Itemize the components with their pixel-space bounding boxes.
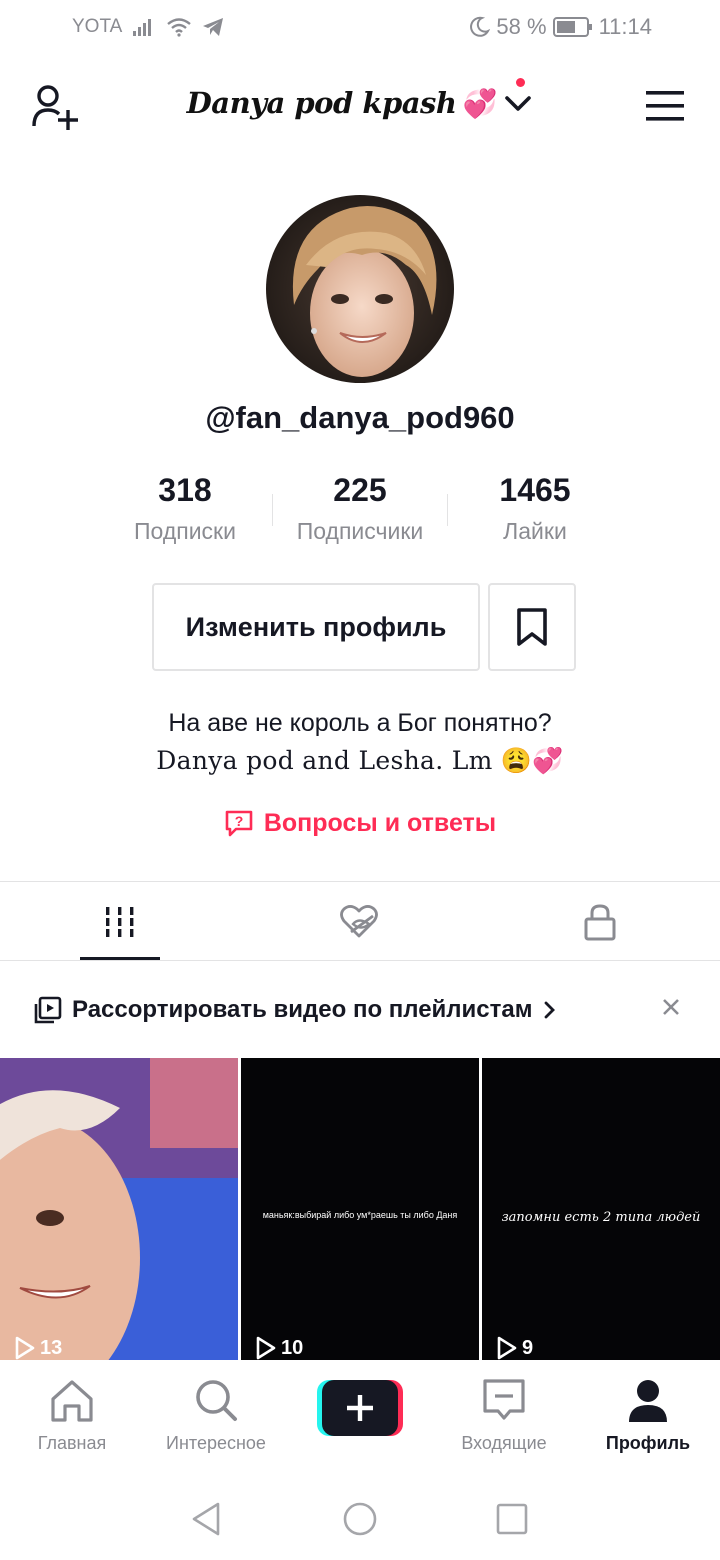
playlist-banner-text: Рассортировать видео по плейлистам (72, 996, 533, 1023)
stat-followers-value: 225 (333, 472, 387, 508)
view-count-value: 10 (281, 1336, 304, 1359)
notification-dot (516, 78, 525, 87)
wifi-icon (167, 18, 192, 37)
moon-icon (470, 16, 491, 37)
view-count-value: 9 (522, 1336, 534, 1359)
recents-icon[interactable] (496, 1503, 528, 1535)
video-grid: 13 маньяк:выбирай либо ум*раешь ты либо … (0, 1058, 720, 1360)
home-icon (51, 1380, 93, 1422)
qa-link[interactable]: ? Вопросы и ответы (0, 808, 720, 838)
video-thumbnail-1[interactable]: 13 (0, 1058, 238, 1360)
telegram-icon (203, 18, 224, 36)
favorites-button[interactable] (488, 583, 576, 671)
playlist-icon (34, 996, 62, 1024)
stat-likes-value: 1465 (499, 472, 571, 508)
bottom-nav: Главная Интересное Входящие Профиль (0, 1360, 720, 1468)
nav-discover-label: Интересное (166, 1433, 266, 1453)
video-preview-image (0, 1058, 238, 1360)
video-thumbnail-2[interactable]: маньяк:выбирай либо ум*раешь ты либо Дан… (241, 1058, 479, 1360)
view-count: 10 (255, 1336, 303, 1360)
profile-icon (629, 1380, 667, 1422)
qa-label: Вопросы и ответы (263, 808, 497, 837)
stat-following-label: Подписки (134, 518, 236, 544)
chevron-right-icon (544, 1001, 555, 1019)
status-right: 58 % 11:14 (470, 14, 652, 40)
nav-inbox-label: Входящие (461, 1433, 547, 1453)
video-caption: запомни есть 2 типа людей (501, 1210, 701, 1225)
status-bar: YOTA 58 % 11:14 (0, 0, 720, 56)
signal-icon (133, 19, 152, 36)
close-icon (663, 999, 679, 1015)
profile-tabs (0, 881, 720, 961)
hamburger-icon (646, 91, 684, 121)
video-thumbnail-3[interactable]: запомни есть 2 типа людей 9 (482, 1058, 720, 1360)
clock: 11:14 (598, 14, 652, 39)
grid-icon (106, 906, 134, 937)
view-count: 13 (14, 1336, 62, 1360)
avatar-image (266, 195, 454, 383)
active-tab-indicator (80, 957, 160, 960)
stat-divider (272, 494, 273, 526)
profile-header: Danya pod kpash 💞 (0, 60, 720, 156)
play-icon (15, 1336, 35, 1360)
playlist-banner[interactable]: Рассортировать видео по плейлистам (0, 962, 720, 1058)
battery-icon (552, 17, 592, 37)
menu-button[interactable] (644, 86, 688, 126)
bio-line-1: На аве не король а Бог понятно? (168, 709, 552, 737)
inbox-icon (483, 1379, 525, 1420)
tab-private[interactable] (480, 882, 720, 961)
bookmark-icon (517, 608, 547, 646)
tab-liked[interactable] (240, 882, 480, 961)
edit-profile-button[interactable]: Изменить профиль (152, 583, 480, 671)
carrier-label: YOTA (72, 16, 123, 37)
battery-percent: 58 % (496, 14, 547, 39)
stat-following-value: 318 (158, 472, 212, 508)
search-icon (196, 1380, 237, 1421)
username: @fan_danya_pod960 (205, 400, 515, 435)
chevron-down-icon (505, 96, 532, 111)
banner-close-button[interactable] (660, 996, 682, 1018)
bio-line-2: Danya pod and Lesha. Lm 😩💞 (156, 746, 564, 775)
nav-profile[interactable]: Профиль (576, 1378, 720, 1454)
account-emoji: 💞 (462, 87, 498, 119)
profile-bio: На аве не король а Бог понятно? Danya po… (0, 704, 720, 780)
avatar[interactable] (266, 195, 454, 383)
stat-likes-label: Лайки (503, 518, 567, 544)
question-bubble-icon: ? (225, 810, 253, 837)
play-icon (497, 1336, 517, 1360)
view-count: 9 (496, 1336, 533, 1360)
hidden-heart-icon (340, 904, 378, 937)
nav-discover[interactable]: Интересное (144, 1378, 288, 1454)
account-switcher[interactable]: Danya pod kpash 💞 (0, 86, 720, 120)
create-video-button[interactable] (317, 1380, 403, 1436)
stat-followers-label: Подписчики (296, 518, 424, 544)
view-count-value: 13 (40, 1336, 63, 1359)
profile-stats: 318 Подписки 225 Подписчики 1465 Лайки (100, 470, 620, 560)
stat-divider (447, 494, 448, 526)
nav-profile-label: Профиль (605, 1433, 691, 1453)
home-circle-icon[interactable] (343, 1502, 377, 1536)
video-caption: маньяк:выбирай либо ум*раешь ты либо Дан… (262, 1210, 458, 1220)
back-icon[interactable] (190, 1501, 222, 1537)
stat-likes[interactable]: 1465 Лайки (450, 470, 620, 545)
tab-videos[interactable] (0, 882, 240, 961)
nav-home-label: Главная (37, 1433, 107, 1453)
svg-text:?: ? (235, 813, 244, 829)
system-navigation-bar (0, 1468, 720, 1560)
account-name: Danya pod kpash (186, 86, 457, 120)
play-icon (256, 1336, 276, 1360)
lock-icon (584, 903, 616, 940)
nav-inbox[interactable]: Входящие (432, 1378, 576, 1454)
stat-following[interactable]: 318 Подписки (100, 470, 270, 545)
plus-icon (317, 1380, 403, 1436)
nav-home[interactable]: Главная (0, 1378, 144, 1454)
stat-followers[interactable]: 225 Подписчики (275, 470, 445, 545)
status-left: YOTA (72, 16, 224, 38)
